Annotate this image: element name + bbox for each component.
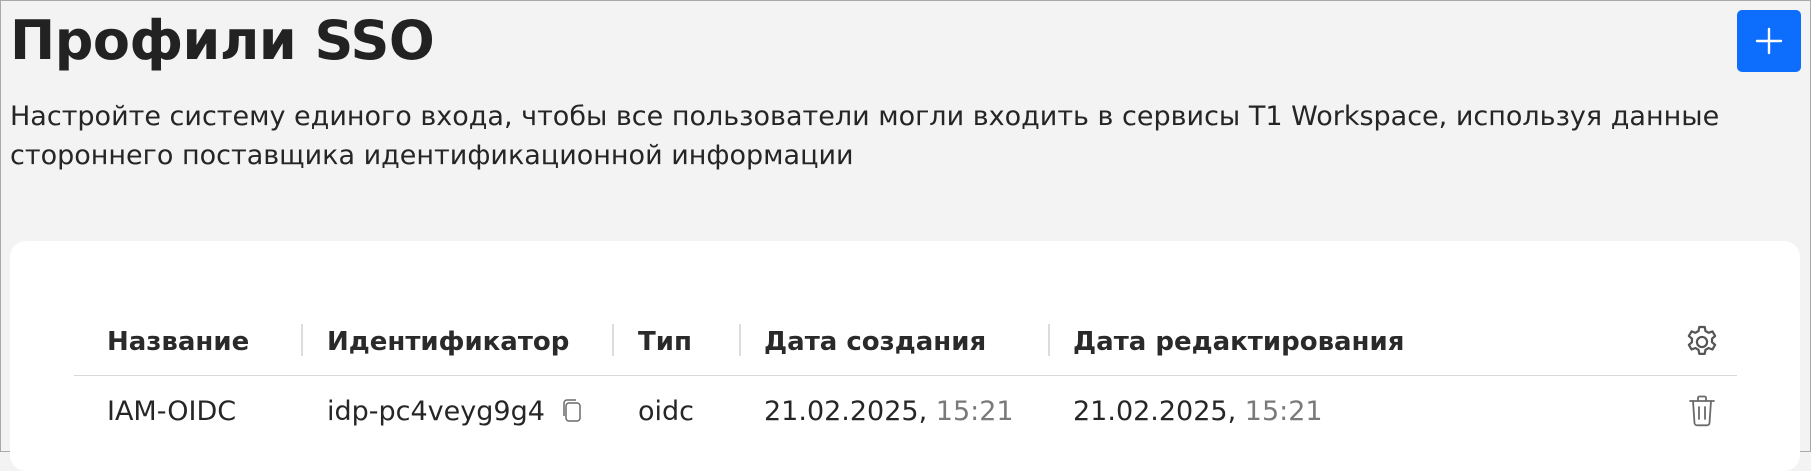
trash-icon bbox=[1689, 395, 1715, 427]
delete-row-button[interactable] bbox=[1684, 392, 1720, 430]
copy-id-button[interactable] bbox=[559, 396, 585, 426]
cell-edited: 21.02.2025, 15:21 bbox=[1073, 376, 1323, 446]
cell-name: IAM-OIDC bbox=[107, 395, 237, 427]
add-profile-button[interactable] bbox=[1737, 10, 1801, 72]
page-title: Профили SSO bbox=[10, 9, 435, 72]
page-description: Настройте систему единого входа, чтобы в… bbox=[10, 101, 1720, 171]
copy-icon bbox=[563, 399, 581, 422]
table-header: Название Идентификатор Тип Дата создания… bbox=[74, 309, 1737, 376]
edited-date: 21.02.2025, bbox=[1073, 395, 1237, 427]
cell-type: oidc bbox=[638, 395, 695, 427]
cell-id-value: idp-pc4veyg9g4 bbox=[327, 395, 545, 427]
edited-time: 15:21 bbox=[1244, 395, 1323, 427]
gear-icon bbox=[1687, 325, 1717, 355]
column-divider[interactable] bbox=[612, 324, 614, 356]
column-header-id[interactable]: Идентификатор bbox=[327, 309, 569, 375]
table-settings-button[interactable] bbox=[1682, 322, 1722, 362]
column-divider[interactable] bbox=[301, 324, 303, 356]
column-header-name[interactable]: Название bbox=[107, 309, 249, 375]
column-divider[interactable] bbox=[739, 324, 741, 356]
cell-created: 21.02.2025, 15:21 bbox=[764, 376, 1014, 446]
column-header-created[interactable]: Дата создания bbox=[764, 309, 986, 375]
sso-profiles-table-card: Название Идентификатор Тип Дата создания… bbox=[10, 241, 1800, 471]
column-header-type[interactable]: Тип bbox=[638, 309, 692, 375]
created-date: 21.02.2025, bbox=[764, 395, 928, 427]
cell-id: idp-pc4veyg9g4 bbox=[327, 376, 585, 446]
column-header-edited[interactable]: Дата редактирования bbox=[1073, 309, 1404, 375]
plus-icon bbox=[1755, 27, 1783, 55]
table-row[interactable]: IAM-OIDC idp-pc4veyg9g4 oidc 21.02.2025,… bbox=[74, 376, 1737, 446]
column-divider[interactable] bbox=[1048, 324, 1050, 356]
created-time: 15:21 bbox=[935, 395, 1014, 427]
